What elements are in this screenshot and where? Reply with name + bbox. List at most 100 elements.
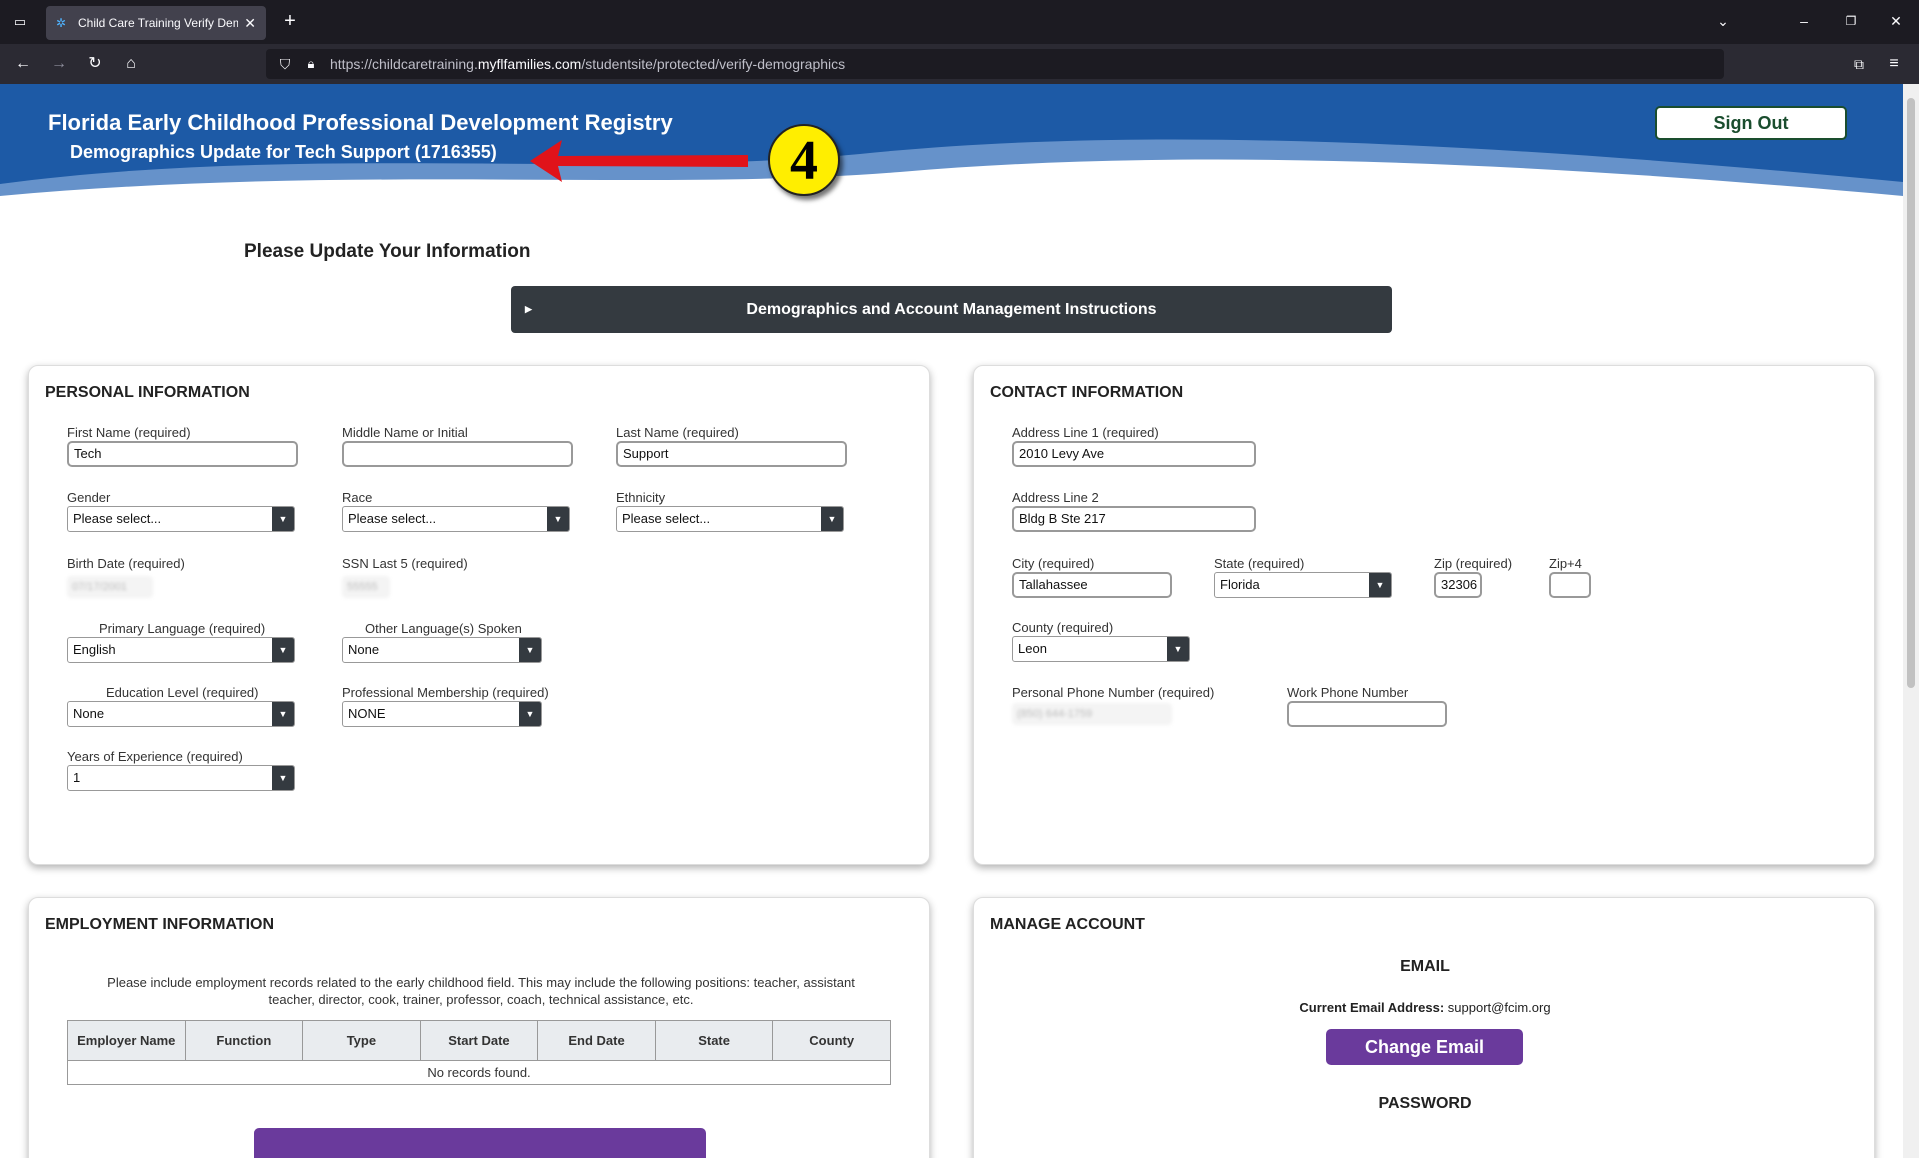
address-line-1-input[interactable]: 2010 Levy Ave	[1012, 441, 1256, 467]
extensions-icon[interactable]: ⧉	[1848, 54, 1870, 74]
address-line-2-input[interactable]: Bldg B Ste 217	[1012, 506, 1256, 532]
add-employment-button[interactable]	[254, 1128, 706, 1158]
step-number-badge: 4	[768, 124, 840, 196]
race-value: Please select...	[348, 511, 437, 526]
dropdown-arrow-icon: ▼	[519, 702, 541, 726]
browser-tab[interactable]: ✲ Child Care Training Verify Demo ✕	[46, 6, 266, 40]
other-language-select[interactable]: None ▼	[342, 637, 542, 663]
column-header-state[interactable]: State	[654, 1020, 774, 1061]
ethnicity-label: Ethnicity	[616, 490, 666, 505]
tab-bar: ▭ ✲ Child Care Training Verify Demo ✕ + …	[0, 0, 1919, 44]
first-name-input[interactable]: Tech	[67, 441, 298, 467]
shield-icon[interactable]: ⛉	[274, 54, 296, 74]
county-label: County (required)	[1012, 620, 1114, 635]
county-value: Leon	[1018, 641, 1047, 656]
no-records-message: No records found.	[67, 1060, 891, 1085]
city-input[interactable]: Tallahassee	[1012, 572, 1172, 598]
url-path: /studentsite/protected/verify-demographi…	[581, 56, 846, 72]
url-prefix: https://childcaretraining.	[330, 56, 478, 72]
column-header-start-date[interactable]: Start Date	[419, 1020, 539, 1061]
column-header-county[interactable]: County	[772, 1020, 891, 1061]
instructions-label: Demographics and Account Management Inst…	[746, 301, 1157, 318]
page-content: Florida Early Childhood Professional Dev…	[0, 84, 1903, 1158]
forward-icon[interactable]: →	[48, 54, 70, 74]
county-select[interactable]: Leon ▼	[1012, 636, 1190, 662]
professional-membership-value: NONE	[348, 706, 386, 721]
ethnicity-select[interactable]: Please select... ▼	[616, 506, 844, 532]
lock-icon[interactable]: 🔒︎	[300, 54, 322, 74]
last-name-label: Last Name (required)	[616, 425, 739, 440]
column-header-type[interactable]: Type	[302, 1020, 421, 1061]
education-level-select[interactable]: None ▼	[67, 701, 295, 727]
primary-language-select[interactable]: English ▼	[67, 637, 295, 663]
scrollbar-thumb[interactable]	[1907, 98, 1915, 688]
reload-icon[interactable]: ↻	[84, 54, 106, 74]
dropdown-arrow-icon: ▼	[519, 638, 541, 662]
years-experience-value: 1	[73, 770, 81, 785]
primary-language-label: Primary Language (required)	[99, 621, 266, 636]
city-label: City (required)	[1012, 556, 1095, 571]
ssn-label: SSN Last 5 (required)	[342, 556, 468, 571]
dropdown-arrow-icon: ▼	[272, 638, 294, 662]
current-email-label: Current Email Address:	[1299, 1000, 1445, 1015]
state-select[interactable]: Florida ▼	[1214, 572, 1392, 598]
race-label: Race	[342, 490, 373, 505]
page-scrollbar[interactable]	[1903, 84, 1919, 1158]
gender-value: Please select...	[73, 511, 162, 526]
professional-membership-label: Professional Membership (required)	[342, 685, 549, 700]
tab-list-icon[interactable]: ▭	[9, 12, 31, 32]
back-icon[interactable]: ←	[12, 54, 34, 74]
home-icon[interactable]: ⌂	[120, 54, 142, 74]
browser-chrome: ▭ ✲ Child Care Training Verify Demo ✕ + …	[0, 0, 1919, 84]
ssn-input-blurred[interactable]: 55555	[342, 576, 390, 598]
state-value: Florida	[1220, 577, 1260, 592]
education-level-value: None	[73, 706, 105, 721]
restore-icon[interactable]: ❐	[1840, 11, 1862, 31]
professional-membership-select[interactable]: NONE ▼	[342, 701, 542, 727]
contact-information-card: CONTACT INFORMATION Address Line 1 (requ…	[973, 365, 1875, 865]
close-tab-icon[interactable]: ✕	[244, 15, 256, 32]
education-level-label: Education Level (required)	[106, 685, 259, 700]
personal-information-card: PERSONAL INFORMATION First Name (require…	[28, 365, 930, 865]
dropdown-arrow-icon: ▼	[1167, 637, 1189, 661]
close-window-icon[interactable]: ✕	[1885, 11, 1907, 31]
caret-right-icon: ▶	[525, 304, 532, 314]
years-experience-label: Years of Experience (required)	[67, 749, 243, 764]
first-name-label: First Name (required)	[67, 425, 191, 440]
manage-account-title: MANAGE ACCOUNT	[990, 916, 1145, 933]
menu-icon[interactable]: ≡	[1883, 54, 1905, 74]
employment-note: Please include employment records relate…	[107, 975, 855, 1007]
state-label: State (required)	[1214, 556, 1305, 571]
gender-select[interactable]: Please select... ▼	[67, 506, 295, 532]
chevron-down-icon[interactable]: ⌄	[1712, 11, 1734, 31]
header-banner: Florida Early Childhood Professional Dev…	[0, 84, 1903, 202]
last-name-input[interactable]: Support	[616, 441, 847, 467]
zip-input[interactable]: 32306	[1434, 572, 1482, 598]
new-tab-icon[interactable]: +	[279, 11, 301, 31]
employment-information-card: EMPLOYMENT INFORMATION Please include em…	[28, 897, 930, 1158]
personal-phone-input-blurred[interactable]: (850) 644-1759	[1012, 703, 1172, 725]
other-language-value: None	[348, 642, 380, 657]
manage-account-card: MANAGE ACCOUNT EMAIL Current Email Addre…	[973, 897, 1875, 1158]
birth-date-input-blurred[interactable]: 07/17/2001	[67, 576, 153, 598]
column-header-employer-name[interactable]: Employer Name	[67, 1020, 186, 1061]
work-phone-input[interactable]	[1287, 701, 1447, 727]
zip-label: Zip (required)	[1434, 556, 1513, 571]
instructions-accordion[interactable]: ▶ Demographics and Account Management In…	[511, 286, 1392, 333]
zip4-input[interactable]	[1549, 572, 1591, 598]
middle-name-input[interactable]	[342, 441, 573, 467]
dropdown-arrow-icon: ▼	[272, 507, 294, 531]
other-language-label: Other Language(s) Spoken	[365, 621, 522, 636]
table-header-row: Employer Name Function Type Start Date E…	[67, 1020, 891, 1061]
employment-information-title: EMPLOYMENT INFORMATION	[45, 916, 275, 933]
column-header-function[interactable]: Function	[184, 1020, 304, 1061]
demographics-subtitle: Demographics Update for Tech Support (17…	[70, 142, 497, 162]
minimize-icon[interactable]: –	[1793, 11, 1815, 31]
column-header-end-date[interactable]: End Date	[537, 1020, 656, 1061]
sign-out-button[interactable]: Sign Out	[1655, 106, 1847, 140]
race-select[interactable]: Please select... ▼	[342, 506, 570, 532]
change-email-button[interactable]: Change Email	[1326, 1029, 1523, 1065]
address-bar[interactable]: ⛉ 🔒︎ https://childcaretraining. myflfamil…	[266, 49, 1724, 79]
address-line-2-label: Address Line 2	[1012, 490, 1099, 505]
years-experience-select[interactable]: 1 ▼	[67, 765, 295, 791]
